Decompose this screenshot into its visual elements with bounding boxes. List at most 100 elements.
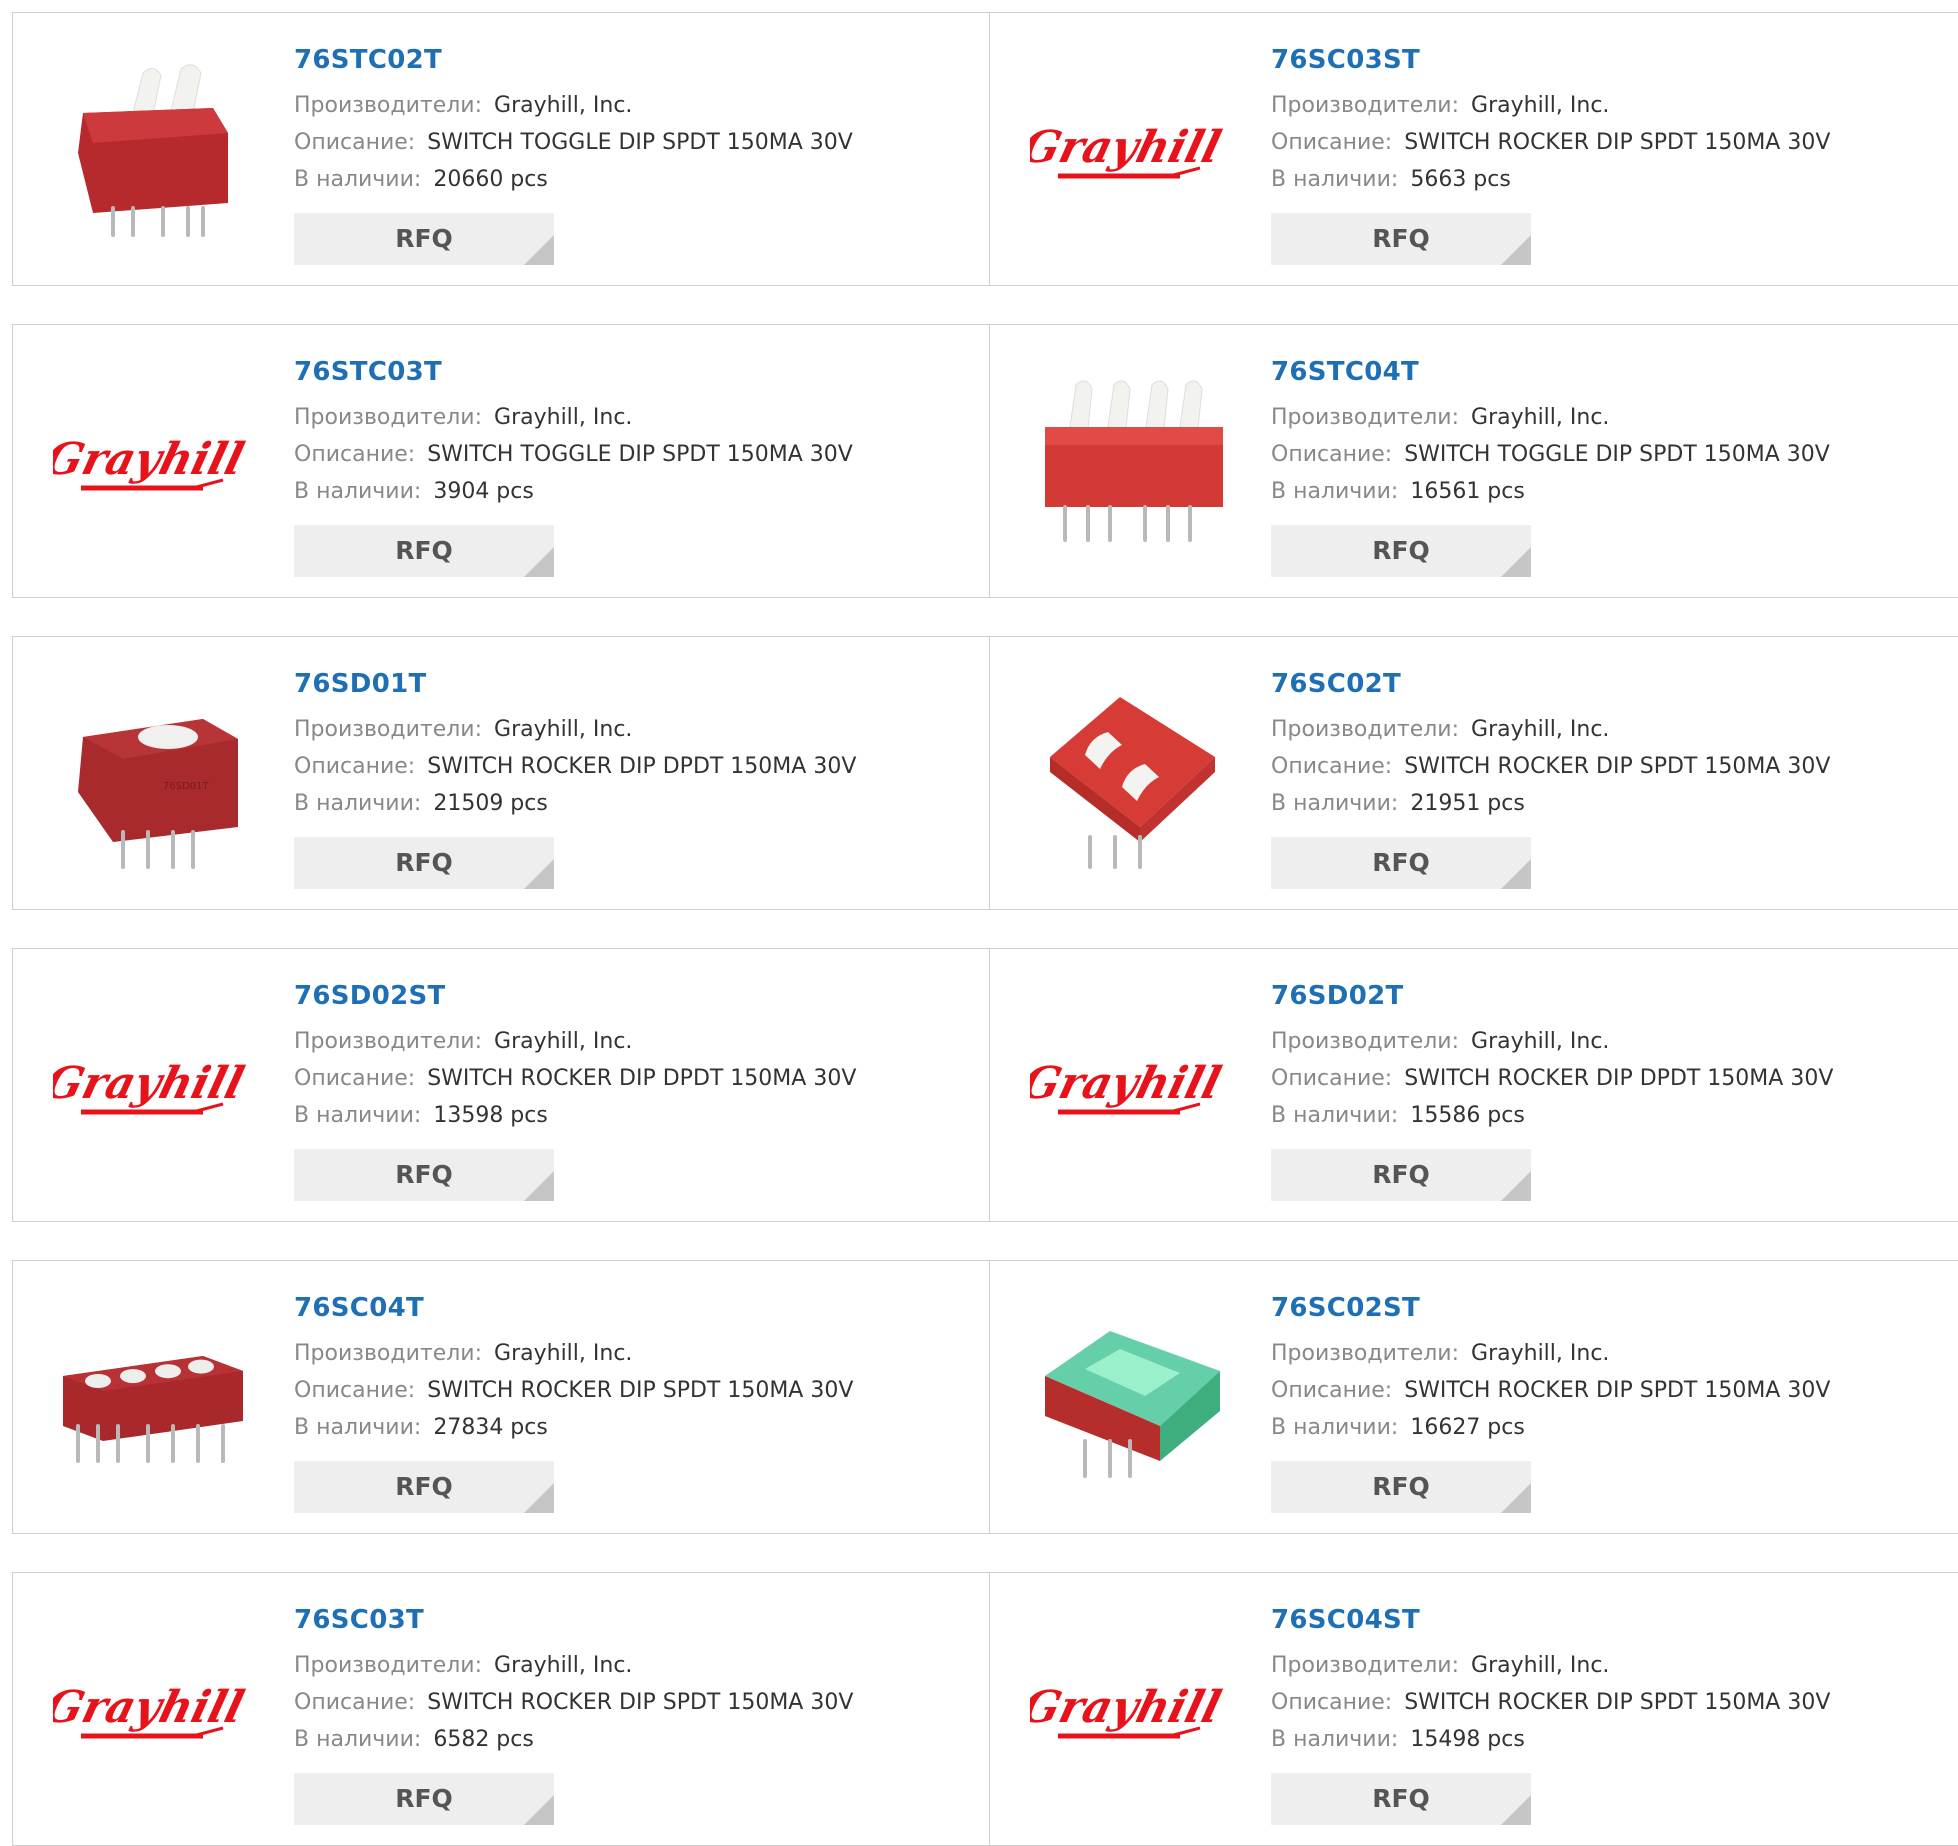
description-label: Описание: (294, 1378, 416, 1403)
manufacturer-row: Производители: Grayhill, Inc. (294, 399, 989, 436)
description-row: Описание: SWITCH ROCKER DIP SPDT 150MA 30… (294, 1684, 989, 1721)
product-image[interactable]: Grayhill (1030, 989, 1230, 1187)
stock-value: 15586 pcs (1410, 1103, 1525, 1128)
description-label: Описание: (294, 754, 416, 779)
part-number-link[interactable]: 76SC04ST (1271, 1603, 1958, 1637)
product-card: 76STC02T Производители: Grayhill, Inc. Оп… (12, 12, 990, 286)
product-image[interactable]: Grayhill (53, 1613, 253, 1811)
corner-triangle-icon (524, 235, 554, 265)
description-row: Описание: SWITCH ROCKER DIP DPDT 150MA 30… (294, 1060, 989, 1097)
description-row: Описание: SWITCH ROCKER DIP SPDT 150MA 30… (1271, 748, 1958, 785)
product-image[interactable]: Grayhill (53, 365, 253, 563)
rfq-button[interactable]: RFQ (294, 1461, 554, 1513)
part-number-link[interactable]: 76SC02ST (1271, 1291, 1958, 1325)
description-label: Описание: (294, 1066, 416, 1091)
part-number-link[interactable]: 76SD02T (1271, 979, 1958, 1013)
manufacturer-value: Grayhill, Inc. (1471, 93, 1610, 118)
product-info: 76STC03T Производители: Grayhill, Inc. Оп… (294, 355, 989, 510)
manufacturer-row: Производители: Grayhill, Inc. (294, 1647, 989, 1684)
product-info: 76SD02T Производители: Grayhill, Inc. Опи… (1271, 979, 1958, 1134)
stock-label: В наличии: (294, 791, 422, 816)
manufacturer-row: Производители: Grayhill, Inc. (294, 1335, 989, 1372)
part-number-link[interactable]: 76SC03ST (1271, 43, 1958, 77)
product-image[interactable] (1030, 1301, 1230, 1499)
stock-row: В наличии: 27834 pcs (294, 1409, 989, 1446)
part-number-link[interactable]: 76STC03T (294, 355, 989, 389)
stock-row: В наличии: 21951 pcs (1271, 785, 1958, 822)
rfq-label: RFQ (395, 536, 453, 565)
product-image[interactable] (1030, 677, 1230, 875)
rfq-button[interactable]: RFQ (294, 1773, 554, 1825)
rfq-label: RFQ (395, 1472, 453, 1501)
manufacturer-value: Grayhill, Inc. (1471, 1653, 1610, 1678)
svg-text:Grayhill: Grayhill (53, 1681, 249, 1733)
part-number-link[interactable]: 76SC04T (294, 1291, 989, 1325)
stock-label: В наличии: (1271, 167, 1399, 192)
stock-value: 20660 pcs (433, 167, 548, 192)
product-image[interactable] (1030, 365, 1230, 563)
description-label: Описание: (1271, 442, 1393, 467)
manufacturer-row: Производители: Grayhill, Inc. (1271, 1335, 1958, 1372)
description-value: SWITCH ROCKER DIP DPDT 150MA 30V (427, 1066, 857, 1091)
description-row: Описание: SWITCH ROCKER DIP SPDT 150MA 30… (1271, 1684, 1958, 1721)
description-row: Описание: SWITCH ROCKER DIP DPDT 150MA 30… (294, 748, 989, 785)
product-image[interactable] (53, 1301, 253, 1499)
manufacturer-value: Grayhill, Inc. (494, 1029, 633, 1054)
rfq-label: RFQ (1372, 1472, 1430, 1501)
product-image[interactable]: Grayhill (1030, 53, 1230, 251)
part-number-link[interactable]: 76STC04T (1271, 355, 1958, 389)
manufacturer-label: Производители: (1271, 717, 1460, 742)
rfq-button[interactable]: RFQ (1271, 837, 1531, 889)
rfq-button[interactable]: RFQ (1271, 1149, 1531, 1201)
part-number-link[interactable]: 76SD02ST (294, 979, 989, 1013)
rfq-button[interactable]: RFQ (294, 213, 554, 265)
description-row: Описание: SWITCH TOGGLE DIP SPDT 150MA 30… (294, 436, 989, 473)
rfq-button[interactable]: RFQ (1271, 1461, 1531, 1513)
product-image[interactable]: Grayhill (53, 989, 253, 1187)
product-image[interactable] (53, 53, 253, 251)
stock-value: 15498 pcs (1410, 1727, 1525, 1752)
stock-value: 16627 pcs (1410, 1415, 1525, 1440)
product-info: 76SD01T Производители: Grayhill, Inc. Опи… (294, 667, 989, 822)
product-image[interactable]: 76SD01T (53, 677, 253, 875)
rfq-button[interactable]: RFQ (1271, 213, 1531, 265)
product-image[interactable]: Grayhill (1030, 1613, 1230, 1811)
manufacturer-label: Производители: (1271, 93, 1460, 118)
corner-triangle-icon (1501, 1795, 1531, 1825)
rfq-label: RFQ (395, 1784, 453, 1813)
manufacturer-row: Производители: Grayhill, Inc. (1271, 87, 1958, 124)
part-number-link[interactable]: 76SC03T (294, 1603, 989, 1637)
corner-triangle-icon (524, 1483, 554, 1513)
manufacturer-value: Grayhill, Inc. (1471, 1029, 1610, 1054)
part-number-link[interactable]: 76STC02T (294, 43, 989, 77)
stock-value: 21509 pcs (433, 791, 548, 816)
rfq-button[interactable]: RFQ (294, 525, 554, 577)
svg-text:Grayhill: Grayhill (53, 1057, 249, 1109)
product-info: 76SC04T Производители: Grayhill, Inc. Опи… (294, 1291, 989, 1446)
stock-row: В наличии: 15586 pcs (1271, 1097, 1958, 1134)
rfq-label: RFQ (1372, 536, 1430, 565)
manufacturer-row: Производители: Grayhill, Inc. (1271, 711, 1958, 748)
manufacturer-row: Производители: Grayhill, Inc. (294, 87, 989, 124)
rfq-label: RFQ (1372, 1160, 1430, 1189)
rfq-button[interactable]: RFQ (1271, 1773, 1531, 1825)
part-number-link[interactable]: 76SD01T (294, 667, 989, 701)
rfq-button[interactable]: RFQ (294, 1149, 554, 1201)
product-info: 76SC02T Производители: Grayhill, Inc. Опи… (1271, 667, 1958, 822)
description-value: SWITCH TOGGLE DIP SPDT 150MA 30V (427, 442, 853, 467)
manufacturer-value: Grayhill, Inc. (1471, 717, 1610, 742)
manufacturer-row: Производители: Grayhill, Inc. (1271, 1023, 1958, 1060)
part-number-link[interactable]: 76SC02T (1271, 667, 1958, 701)
stock-label: В наличии: (294, 1415, 422, 1440)
product-info: 76SC03ST Производители: Grayhill, Inc. Оп… (1271, 43, 1958, 198)
product-card: 76SC02T Производители: Grayhill, Inc. Опи… (990, 636, 1958, 910)
stock-value: 21951 pcs (1410, 791, 1525, 816)
corner-triangle-icon (524, 1795, 554, 1825)
rfq-button[interactable]: RFQ (294, 837, 554, 889)
stock-row: В наличии: 16561 pcs (1271, 473, 1958, 510)
rfq-label: RFQ (395, 1160, 453, 1189)
manufacturer-label: Производители: (294, 1653, 483, 1678)
rfq-button[interactable]: RFQ (1271, 525, 1531, 577)
description-value: SWITCH ROCKER DIP SPDT 150MA 30V (1404, 1378, 1831, 1403)
description-value: SWITCH ROCKER DIP DPDT 150MA 30V (427, 754, 857, 779)
